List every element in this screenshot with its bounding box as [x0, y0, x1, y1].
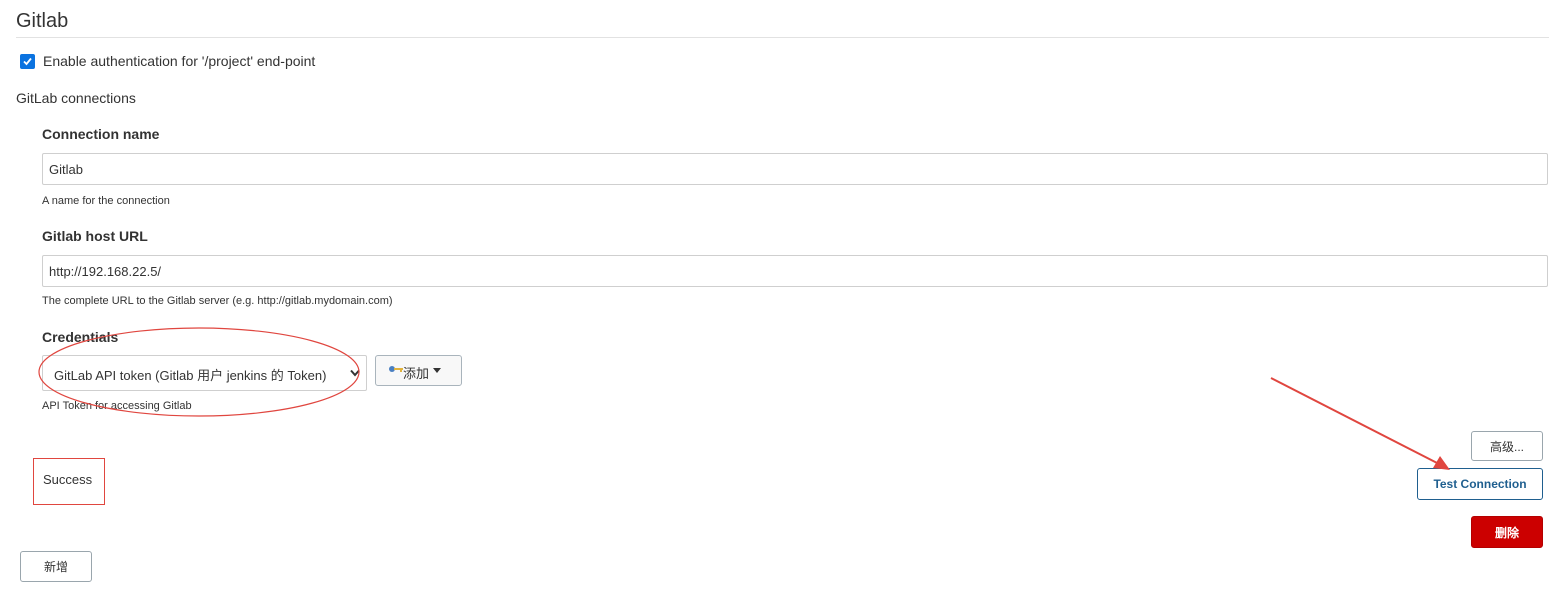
add-connection-button[interactable]: 新增 — [20, 551, 92, 582]
section-title: Gitlab — [16, 10, 69, 32]
add-credentials-label: 添加 — [403, 366, 430, 381]
host-url-help: The complete URL to the Gitlab server (e… — [42, 295, 393, 307]
connection-name-help: A name for the connection — [42, 195, 170, 207]
annotation-ellipse — [38, 327, 360, 417]
gitlab-connections-heading: GitLab connections — [16, 90, 136, 106]
connection-name-label: Connection name — [42, 126, 160, 142]
connection-name-input[interactable] — [42, 153, 1548, 185]
connection-status-text: Success — [43, 472, 93, 487]
advanced-button[interactable]: 高级... — [1471, 431, 1543, 461]
host-url-input[interactable] — [42, 255, 1548, 287]
section-divider — [16, 37, 1549, 38]
enable-auth-label[interactable]: Enable authentication for '/project' end… — [43, 53, 315, 69]
annotation-arrow — [1270, 377, 1450, 470]
caret-down-icon — [433, 368, 441, 373]
delete-connection-button[interactable]: 删除 — [1471, 516, 1543, 548]
checkmark-icon — [23, 57, 32, 66]
add-credentials-button[interactable]: 添加 — [375, 355, 462, 386]
host-url-label: Gitlab host URL — [42, 228, 148, 244]
connection-status: Success — [33, 458, 105, 505]
enable-auth-checkbox[interactable] — [20, 54, 35, 69]
key-icon — [389, 366, 403, 372]
